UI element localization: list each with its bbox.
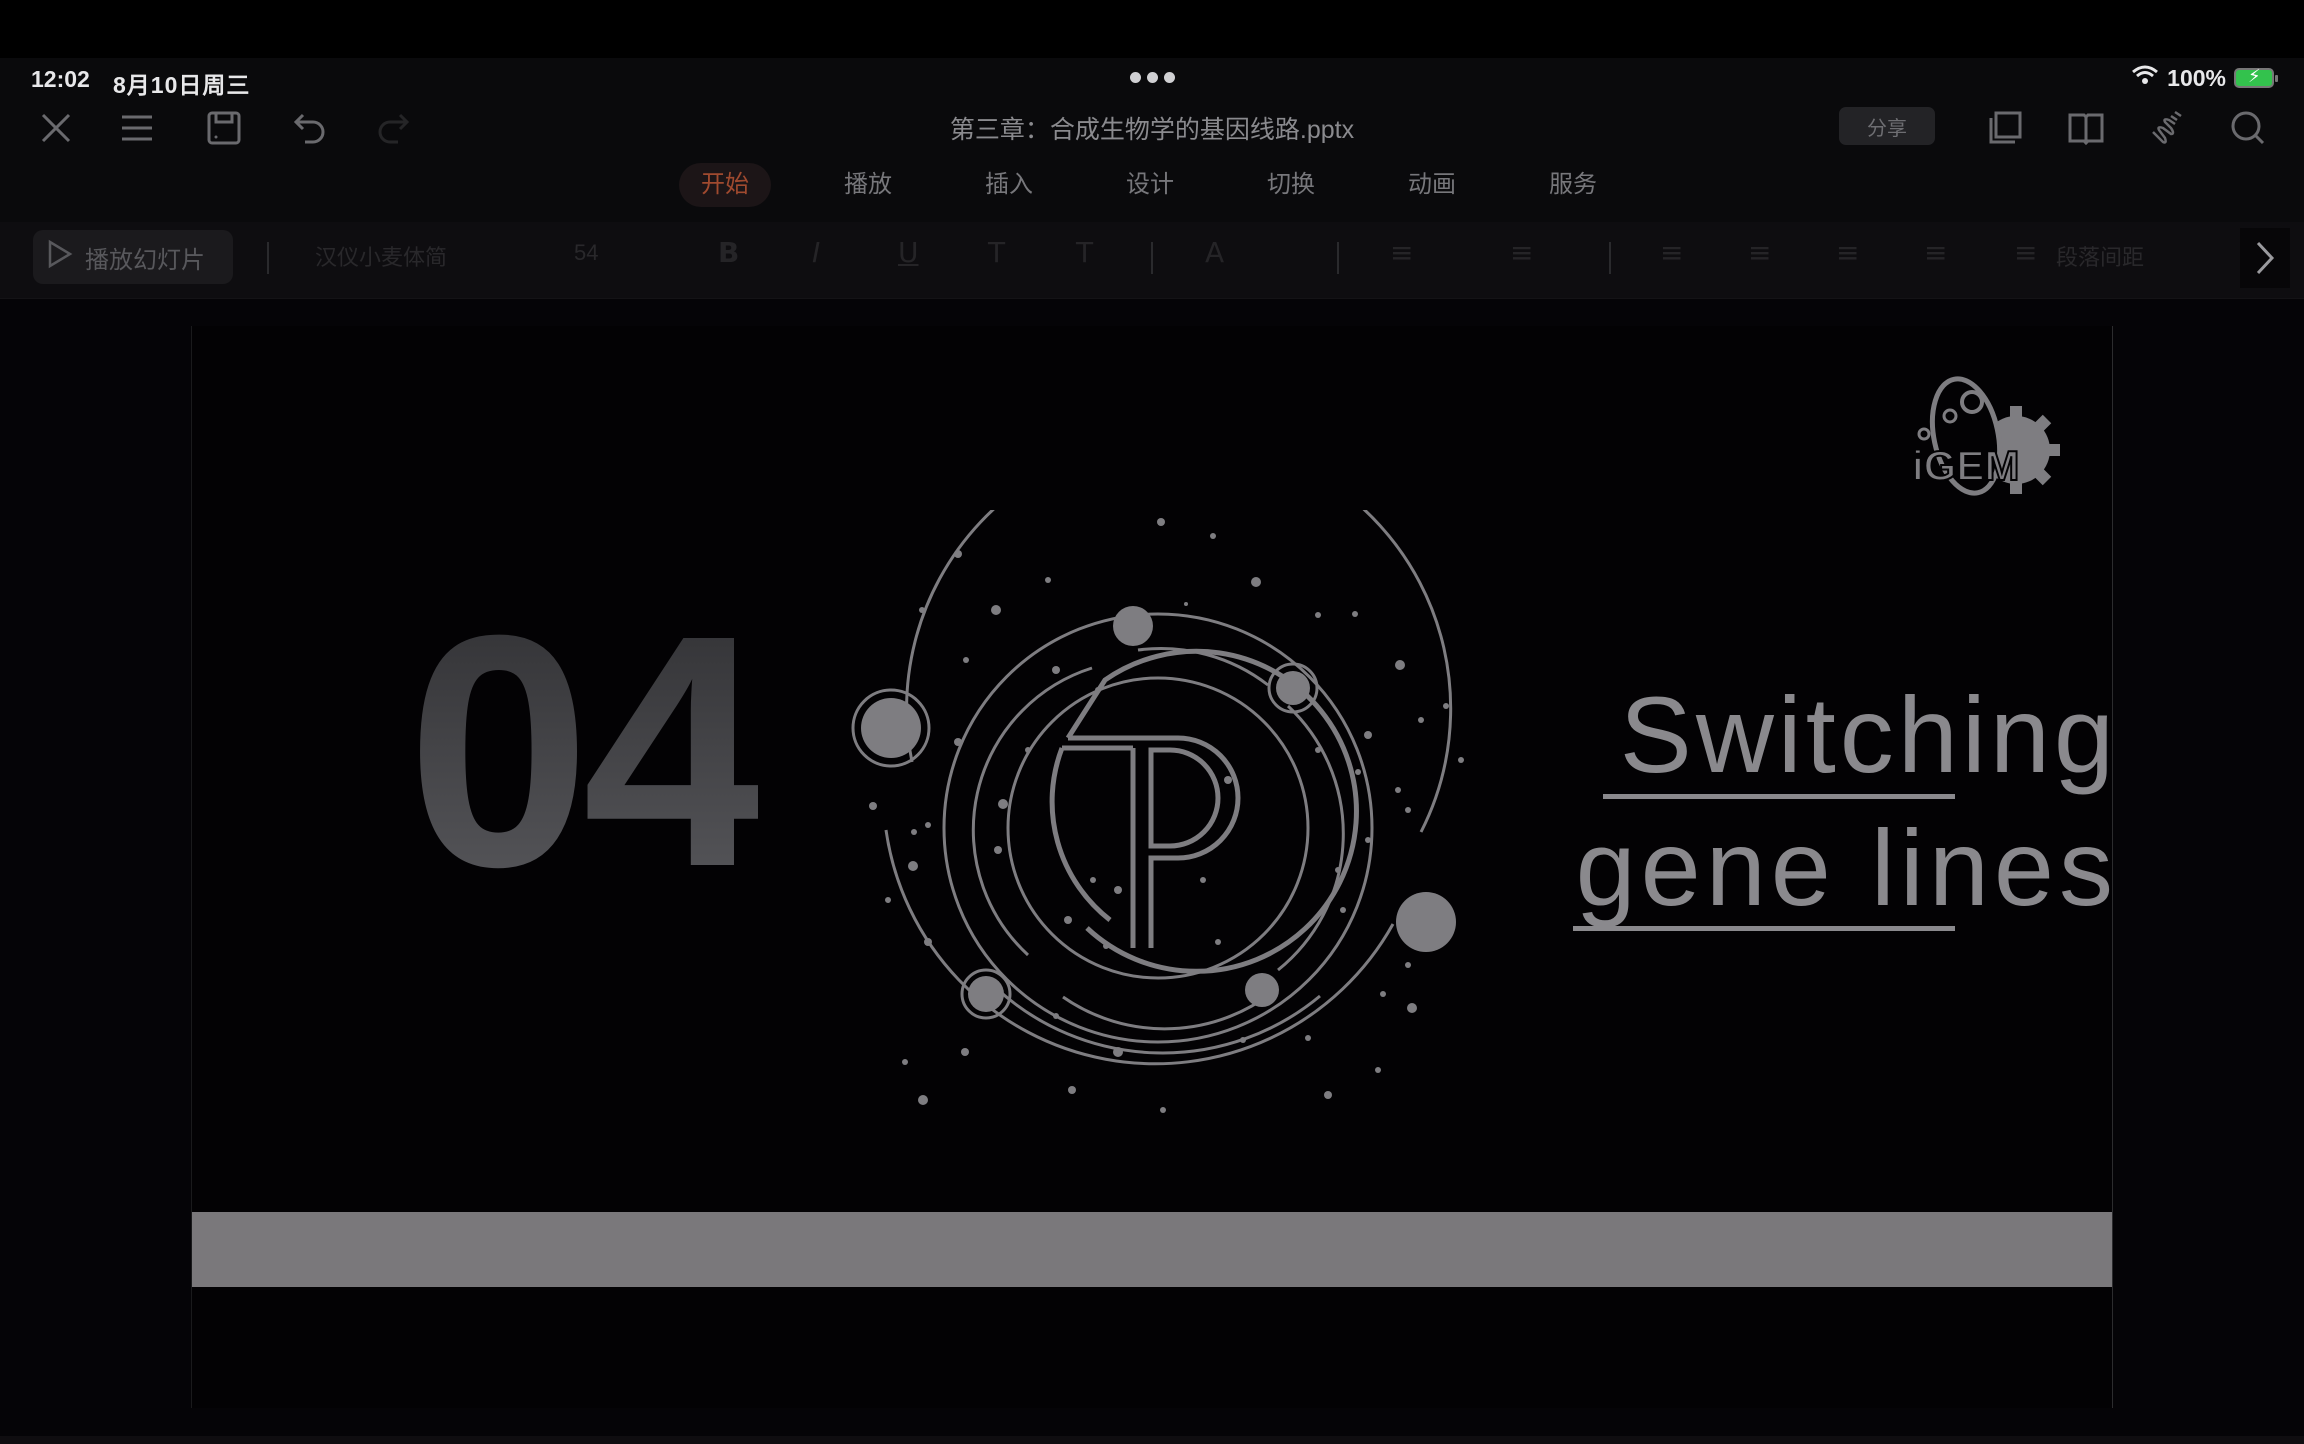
tab-transition[interactable]: 切换 (1245, 163, 1337, 207)
planet (968, 976, 1004, 1012)
bullet-list-icon[interactable]: ≡ (1390, 236, 1413, 269)
italic-button[interactable]: I (812, 236, 820, 269)
multitasking-dots[interactable] (1130, 72, 1175, 83)
battery-percent: 100% (2167, 64, 2226, 91)
play-icon (47, 239, 73, 276)
slide-title-line2: gene lines (1575, 807, 2118, 928)
toolbar-next-button[interactable] (2240, 228, 2290, 288)
subscript-button[interactable]: T (1076, 236, 1093, 269)
reading-mode-icon[interactable] (2062, 104, 2110, 152)
font-color-button[interactable]: A (1205, 236, 1224, 269)
planet (1245, 973, 1279, 1007)
tab-animation[interactable]: 动画 (1386, 163, 1478, 207)
toolbar-divider (1337, 242, 1339, 274)
tab-home[interactable]: 开始 (679, 163, 771, 207)
align-right-icon[interactable]: ≡ (1836, 236, 1859, 269)
orbit-outer-lower (884, 829, 1395, 1066)
wifi-icon (2131, 64, 2159, 92)
play-slideshow-label: 播放幻灯片 (85, 246, 205, 274)
bottom-strip (0, 1436, 2304, 1444)
bold-button[interactable]: B (718, 236, 739, 269)
play-slideshow-button[interactable]: 播放幻灯片 (33, 230, 233, 284)
font-name-select[interactable]: 汉仪小麦体简 (315, 240, 447, 272)
toolbar-divider (1609, 242, 1611, 274)
title-underline (1603, 794, 1955, 799)
toolbar-divider (267, 242, 269, 274)
tp-emblem (851, 510, 1464, 1113)
title-underline (1573, 926, 1955, 931)
align-center-icon[interactable]: ≡ (1748, 236, 1771, 269)
tab-insert[interactable]: 插入 (963, 163, 1055, 207)
orbit-outer (905, 510, 1453, 833)
emblem-stardust (869, 518, 1464, 1113)
paragraph-spacing-label[interactable]: 段落间距 (2056, 240, 2144, 272)
numbered-list-icon[interactable]: ≡ (1510, 236, 1533, 269)
paragraph-spacing-icon[interactable]: ≡ (2014, 236, 2037, 269)
tab-play[interactable]: 播放 (822, 163, 914, 207)
pen-icon[interactable] (2143, 104, 2191, 152)
superscript-button[interactable]: T (988, 236, 1005, 269)
justify-icon[interactable]: ≡ (1924, 236, 1947, 269)
underline-button[interactable]: U (898, 236, 919, 269)
planet (1396, 892, 1456, 952)
document-title: 第三章：合成生物学的基因线路.pptx (949, 116, 1355, 144)
top-black-band (0, 0, 2304, 58)
planet (1113, 606, 1153, 646)
orbit-inner-right (1277, 704, 1345, 972)
tab-design[interactable]: 设计 (1104, 163, 1196, 207)
status-indicators: 100% ⚡ (2131, 64, 2278, 92)
status-date: 8月10日周三 (113, 72, 251, 98)
igem-logo-text: iGEM (1912, 442, 2019, 489)
toolbar-divider (1151, 242, 1153, 274)
align-left-icon[interactable]: ≡ (1660, 236, 1683, 269)
chevron-right-icon (2256, 241, 2275, 275)
status-time: 12:02 (31, 66, 90, 92)
multiwindow-icon[interactable] (1981, 104, 2029, 152)
planet (1276, 671, 1310, 705)
formatting-toolbar: 播放幻灯片 汉仪小麦体简 54 B I U T T A ≡ ≡ ≡ ≡ ≡ ≡ … (0, 222, 2304, 299)
slide-canvas[interactable]: iGEM 04 Switching gene lines (191, 326, 2114, 1408)
share-button[interactable]: 分享 (1839, 107, 1935, 145)
battery-icon: ⚡ (2234, 66, 2278, 88)
search-icon[interactable] (2224, 104, 2272, 152)
slide-title-line1: Switching (1619, 674, 2118, 795)
planet (861, 698, 921, 758)
tab-services[interactable]: 服务 (1527, 163, 1619, 207)
igem-logo: iGEM (1906, 372, 2066, 502)
emblem-planets (861, 606, 1456, 1012)
font-size-select[interactable]: 54 (574, 240, 598, 266)
footer-bar (192, 1212, 2112, 1287)
slide-section-number: 04 (407, 566, 766, 935)
ribbon-tabs: 开始 播放 插入 设计 切换 动画 服务 (0, 163, 2304, 207)
